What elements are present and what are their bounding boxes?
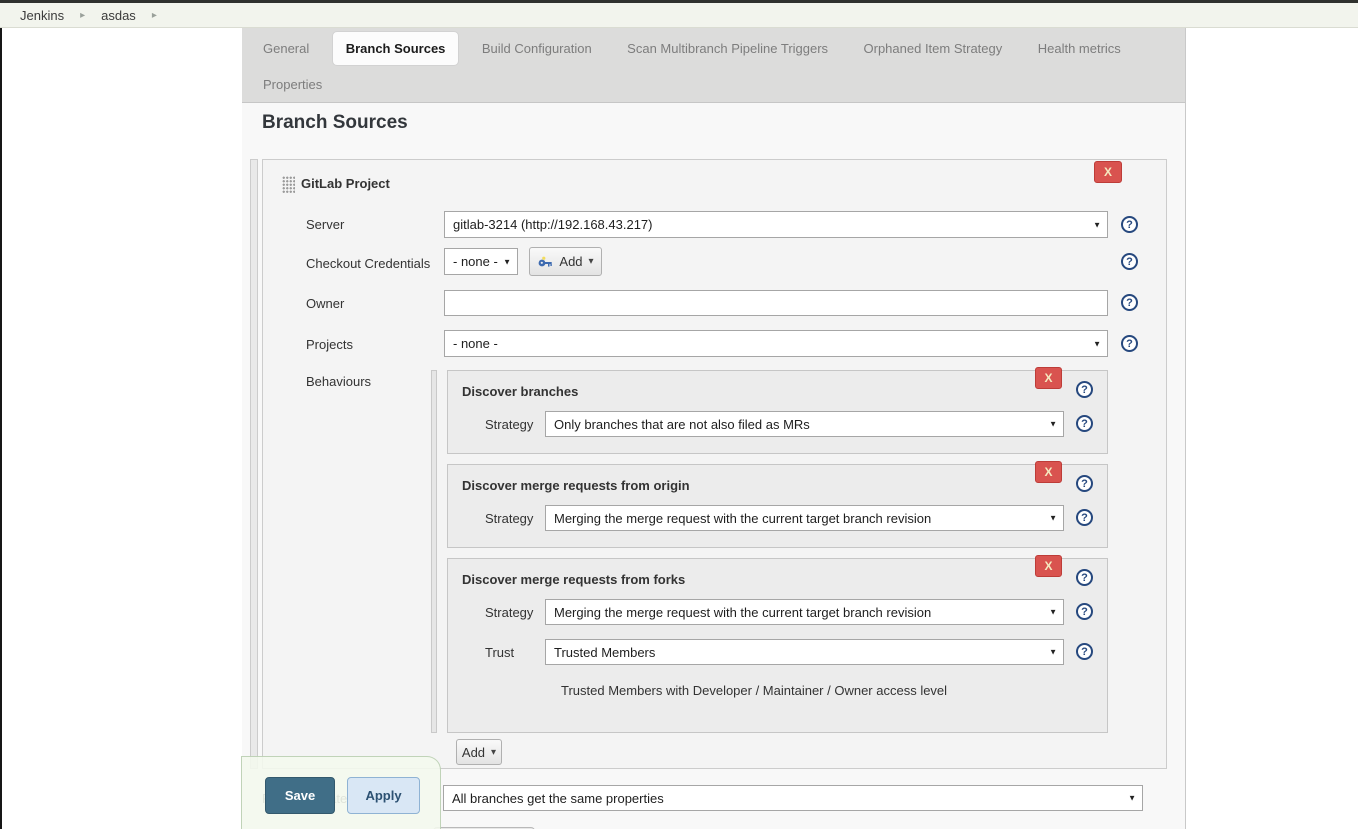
behaviour-discover-branches: Discover branches X ? Strategy Only bran… [447,370,1108,454]
add-credentials-button[interactable]: Add ▾ [529,247,602,276]
behaviour-help-icon[interactable]: ? [1076,381,1093,398]
strategy-help-icon[interactable]: ? [1076,415,1093,432]
strategy-help-icon[interactable]: ? [1076,603,1093,620]
caret-down-icon: ▾ [491,747,496,758]
behaviour-discover-mr-forks: Discover merge requests from forks X ? S… [447,558,1108,733]
key-icon [537,255,553,269]
tab-orphaned-item-strategy[interactable]: Orphaned Item Strategy [851,32,1016,65]
checkout-credentials-select[interactable]: - none - ▼ [444,248,518,275]
tab-general[interactable]: General [250,32,322,65]
behaviours-label: Behaviours [306,374,371,389]
add-behaviour-button[interactable]: Add ▾ [456,739,502,765]
config-panel: General Branch Sources Build Configurati… [242,28,1186,829]
projects-label: Projects [306,337,353,352]
gitlab-project-section: GitLab Project X Server gitlab-3214 (htt… [262,159,1167,769]
breadcrumb-item-job[interactable]: asdas [101,8,136,23]
jenkins-config-page: Jenkins ▸ asdas ▸ General Branch Sources… [0,0,1358,829]
server-help-icon[interactable]: ? [1121,216,1138,233]
behaviour-title: Discover merge requests from origin [462,478,690,493]
strategy-help-icon[interactable]: ? [1076,509,1093,526]
tab-properties[interactable]: Properties [250,68,335,101]
chevron-right-icon: ▸ [80,10,85,21]
tab-build-configuration[interactable]: Build Configuration [469,32,605,65]
dropdown-arrow-icon: ▼ [1093,220,1101,229]
strategy-select[interactable]: Only branches that are not also filed as… [545,411,1064,437]
dropdown-arrow-icon: ▼ [503,257,511,266]
page-title: Branch Sources [262,112,408,134]
bottom-action-bar: Save Apply [241,756,441,829]
dropdown-arrow-icon: ▼ [1049,648,1057,657]
behaviour-help-icon[interactable]: ? [1076,569,1093,586]
behaviours-drag-strip[interactable] [431,370,437,733]
apply-button[interactable]: Apply [347,777,420,814]
breadcrumb: Jenkins ▸ asdas ▸ [0,3,1358,28]
trust-label: Trust [485,645,514,660]
projects-help-icon[interactable]: ? [1121,335,1138,352]
behaviour-title: Discover branches [462,384,578,399]
server-label: Server [306,217,344,232]
behaviour-discover-mr-origin: Discover merge requests from origin X ? … [447,464,1108,548]
behaviour-title: Discover merge requests from forks [462,572,685,587]
strategy-label: Strategy [485,605,533,620]
strategy-label: Strategy [485,417,533,432]
owner-label: Owner [306,296,344,311]
property-strategy-select[interactable]: All branches get the same properties ▼ [443,785,1143,811]
server-select[interactable]: gitlab-3214 (http://192.168.43.217) ▼ [444,211,1108,238]
projects-select[interactable]: - none - ▼ [444,330,1108,357]
checkout-credentials-help-icon[interactable]: ? [1121,253,1138,270]
drag-handle-icon[interactable] [282,176,295,193]
dropdown-arrow-icon: ▼ [1049,608,1057,617]
dropdown-arrow-icon: ▼ [1049,514,1057,523]
delete-behaviour-button[interactable]: X [1035,461,1062,483]
strategy-label: Strategy [485,511,533,526]
owner-help-icon[interactable]: ? [1121,294,1138,311]
dropdown-arrow-icon: ▼ [1128,794,1136,803]
caret-down-icon: ▾ [589,256,594,267]
delete-branch-source-button[interactable]: X [1094,161,1122,183]
branch-source-drag-strip[interactable] [250,159,258,769]
behaviour-help-icon[interactable]: ? [1076,475,1093,492]
strategy-select[interactable]: Merging the merge request with the curre… [545,599,1064,625]
config-tabbar: General Branch Sources Build Configurati… [242,28,1185,103]
branch-source-type-title: GitLab Project [301,176,390,191]
trust-select[interactable]: Trusted Members ▼ [545,639,1064,665]
tab-branch-sources[interactable]: Branch Sources [332,31,460,66]
breadcrumb-item-jenkins[interactable]: Jenkins [20,8,64,23]
checkout-credentials-label: Checkout Credentials [306,256,430,271]
delete-behaviour-button[interactable]: X [1035,367,1062,389]
tab-health-metrics[interactable]: Health metrics [1025,32,1134,65]
trust-help-icon[interactable]: ? [1076,643,1093,660]
owner-input[interactable] [444,290,1108,316]
page-left-border [0,28,2,829]
save-button[interactable]: Save [265,777,335,814]
delete-behaviour-button[interactable]: X [1035,555,1062,577]
tab-scan-triggers[interactable]: Scan Multibranch Pipeline Triggers [614,32,841,65]
chevron-right-icon: ▸ [152,10,157,21]
dropdown-arrow-icon: ▼ [1093,339,1101,348]
strategy-select[interactable]: Merging the merge request with the curre… [545,505,1064,531]
trust-description: Trusted Members with Developer / Maintai… [561,683,947,698]
dropdown-arrow-icon: ▼ [1049,420,1057,429]
